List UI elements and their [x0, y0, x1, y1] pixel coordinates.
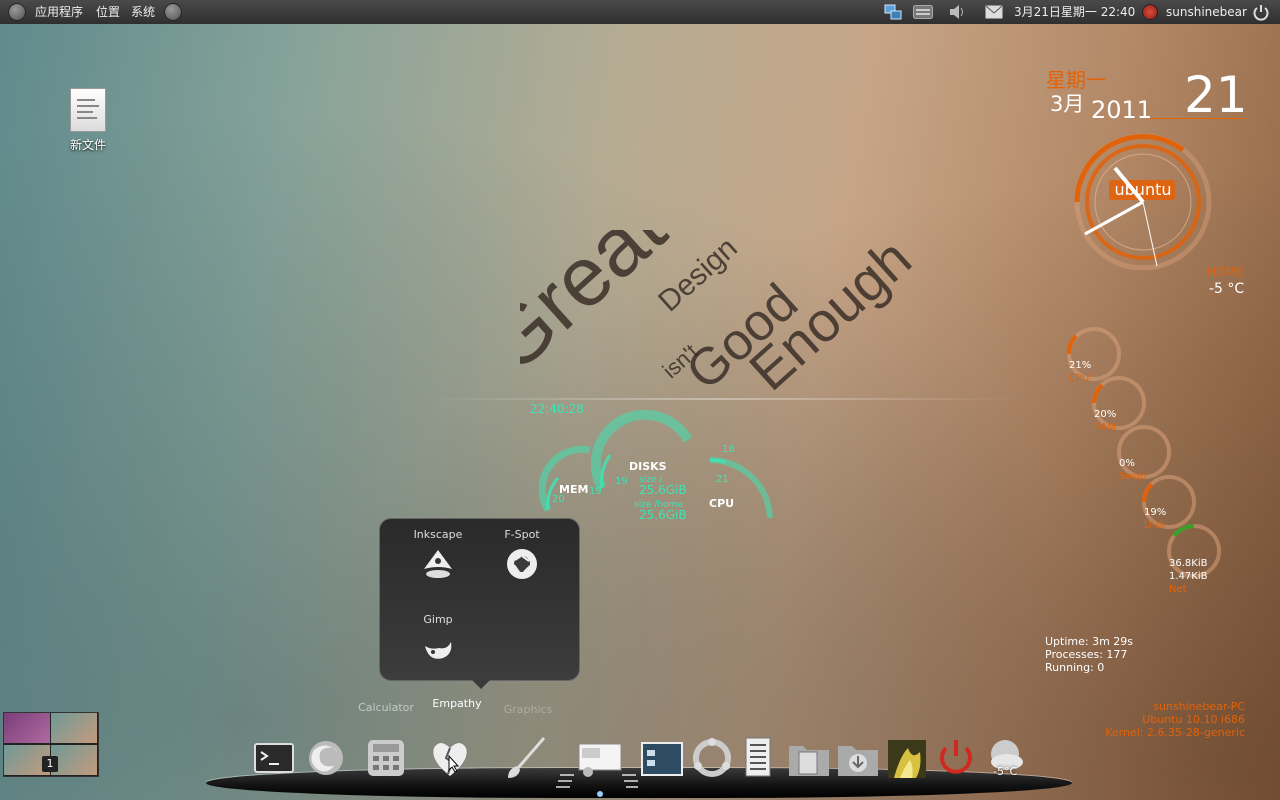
- running-indicator: [556, 774, 638, 797]
- popup-label-inkscape: Inkscape: [413, 528, 463, 541]
- mail-icon[interactable]: [985, 5, 1003, 19]
- conky-disk-b-value: 19: [615, 476, 628, 487]
- graphics-icon[interactable]: [504, 736, 548, 780]
- conky-disks-label: DISKS: [629, 460, 667, 473]
- dock-label-graphics: Graphics: [503, 703, 553, 716]
- conky-day: 21: [1184, 66, 1248, 124]
- photo-icon[interactable]: [886, 738, 930, 782]
- weather-city: HOME: [1207, 265, 1244, 279]
- ring-disk-label: Disk: [1144, 520, 1166, 531]
- terminal-icon[interactable]: [252, 736, 296, 780]
- conky-disk-root-size: 25.6GiB: [639, 483, 687, 497]
- ring-ram-value: 20%: [1094, 409, 1117, 420]
- ubuntu-logo-icon[interactable]: [8, 3, 26, 21]
- dock-weather-badge: -5°C: [993, 765, 1018, 778]
- conky-running: Running: 0: [1045, 661, 1105, 674]
- conky-analog-clock: ubuntu: [1074, 133, 1212, 270]
- popup-label-f-spot: F-Spot: [504, 528, 540, 541]
- conky-os: Ubuntu 10.10 i686: [1142, 713, 1245, 726]
- ring-disk-value: 19%: [1144, 507, 1167, 518]
- workspace-current-badge: 1: [42, 756, 58, 772]
- workspace-2[interactable]: [51, 713, 97, 743]
- ring-net: 36.8KiB 1.47KiB Net: [1169, 557, 1207, 596]
- list-icon[interactable]: [736, 736, 780, 780]
- window-icon[interactable]: [640, 736, 684, 780]
- dock-stack-popup: Inkscape F-Spot Gimp: [379, 518, 580, 689]
- conky-date-rule: [1150, 118, 1245, 119]
- user-status-icon[interactable]: [1142, 4, 1158, 20]
- conky-mem-value: 20: [552, 494, 565, 505]
- conky-sysinfo: Uptime: 3m 29s Processes: 177 Running: 0: [1045, 635, 1133, 674]
- menu-places[interactable]: 位置: [96, 0, 120, 24]
- desktop-file-new[interactable]: 新文件: [62, 88, 114, 153]
- conky-time: 22:40:28: [530, 402, 584, 416]
- ring-swap: 0% Swap: [1119, 457, 1146, 483]
- popup-item-gimp[interactable]: Gimp: [398, 613, 478, 669]
- conky-cpu-label: CPU: [709, 497, 735, 510]
- desktop-file-label: 新文件: [69, 138, 106, 152]
- wallpaper-typography: Great Design isn't Good Enough: [520, 230, 960, 400]
- conky-processes: Processes: 177: [1045, 648, 1128, 661]
- power-icon[interactable]: [934, 736, 978, 780]
- menu-applications[interactable]: 应用程序: [35, 0, 83, 24]
- text-file-icon: [70, 88, 106, 132]
- conky-month: 3月: [1050, 92, 1085, 116]
- popup-label-gimp: Gimp: [423, 613, 453, 626]
- ring-swap-value: 0%: [1119, 458, 1135, 469]
- top-panel: 应用程序 位置 系统 3月21日星期一 22:40 sunshinebear: [0, 0, 1280, 24]
- popup-item-f-spot[interactable]: F-Spot: [482, 528, 562, 584]
- calculator-icon[interactable]: [364, 736, 408, 780]
- ring-net-down: 1.47KiB: [1169, 571, 1208, 582]
- downloads-folder-icon[interactable]: [836, 736, 880, 780]
- ubuntu-icon[interactable]: [690, 736, 734, 780]
- firefox-launcher-icon[interactable]: [164, 3, 182, 21]
- documents-folder-icon[interactable]: [787, 736, 831, 780]
- volume-icon[interactable]: [948, 4, 966, 20]
- ring-cpu-value: 21%: [1069, 360, 1092, 371]
- conky-kernel: Kernel: 2.6.35-28-generic: [1105, 726, 1245, 739]
- ring-swap-label: Swap: [1119, 471, 1147, 482]
- conky-cpu-a: 18: [722, 444, 735, 455]
- ring-cpu-label: CPU: [1069, 373, 1090, 384]
- workspace-1[interactable]: [4, 713, 50, 743]
- ring-net-up: 36.8KiB: [1169, 558, 1208, 569]
- mouse-pointer: [448, 755, 460, 773]
- panel-username[interactable]: sunshinebear: [1166, 0, 1247, 24]
- power-icon[interactable]: [1252, 3, 1270, 21]
- ring-net-label: Net: [1169, 584, 1187, 595]
- popup-item-inkscape[interactable]: Inkscape: [398, 528, 478, 584]
- conky-hostinfo: sunshinebear-PC Ubuntu 10.10 i686 Kernel…: [1105, 700, 1245, 739]
- panel-clock[interactable]: 3月21日星期一 22:40: [1014, 0, 1135, 24]
- conky-uptime: Uptime: 3m 29s: [1045, 635, 1134, 648]
- ubuntu-brand-text: ubuntu: [1115, 180, 1172, 199]
- conky-hostname: sunshinebear-PC: [1153, 700, 1245, 713]
- inkscape-icon: [424, 550, 452, 578]
- conky-disk-home-size: 25.6GiB: [639, 508, 687, 522]
- conky-disk-a-value: 19: [589, 486, 602, 497]
- f-spot-icon: [507, 549, 537, 579]
- gimp-icon: [425, 642, 452, 659]
- conky-cpu-b: 21: [716, 474, 729, 485]
- firefox-icon[interactable]: [304, 736, 348, 780]
- weather-temperature: -5 °C: [1209, 281, 1245, 297]
- ring-ram-label: RAM: [1094, 422, 1117, 433]
- ring-arc-ram: [1092, 383, 1104, 404]
- ring-disk: 19% Disk: [1144, 506, 1166, 532]
- ring-cpu: 21% CPU: [1069, 359, 1091, 385]
- ring-arc-disk: [1142, 482, 1154, 503]
- ring-ram: 20% RAM: [1094, 408, 1116, 434]
- keyboard-icon[interactable]: [913, 5, 933, 19]
- conky-year: 2011: [1091, 96, 1153, 124]
- network-icon[interactable]: [884, 3, 902, 21]
- wallpaper-reflection-line: [420, 398, 1020, 400]
- menu-system[interactable]: 系统: [131, 0, 155, 24]
- clock-minute-hand: [1084, 200, 1144, 236]
